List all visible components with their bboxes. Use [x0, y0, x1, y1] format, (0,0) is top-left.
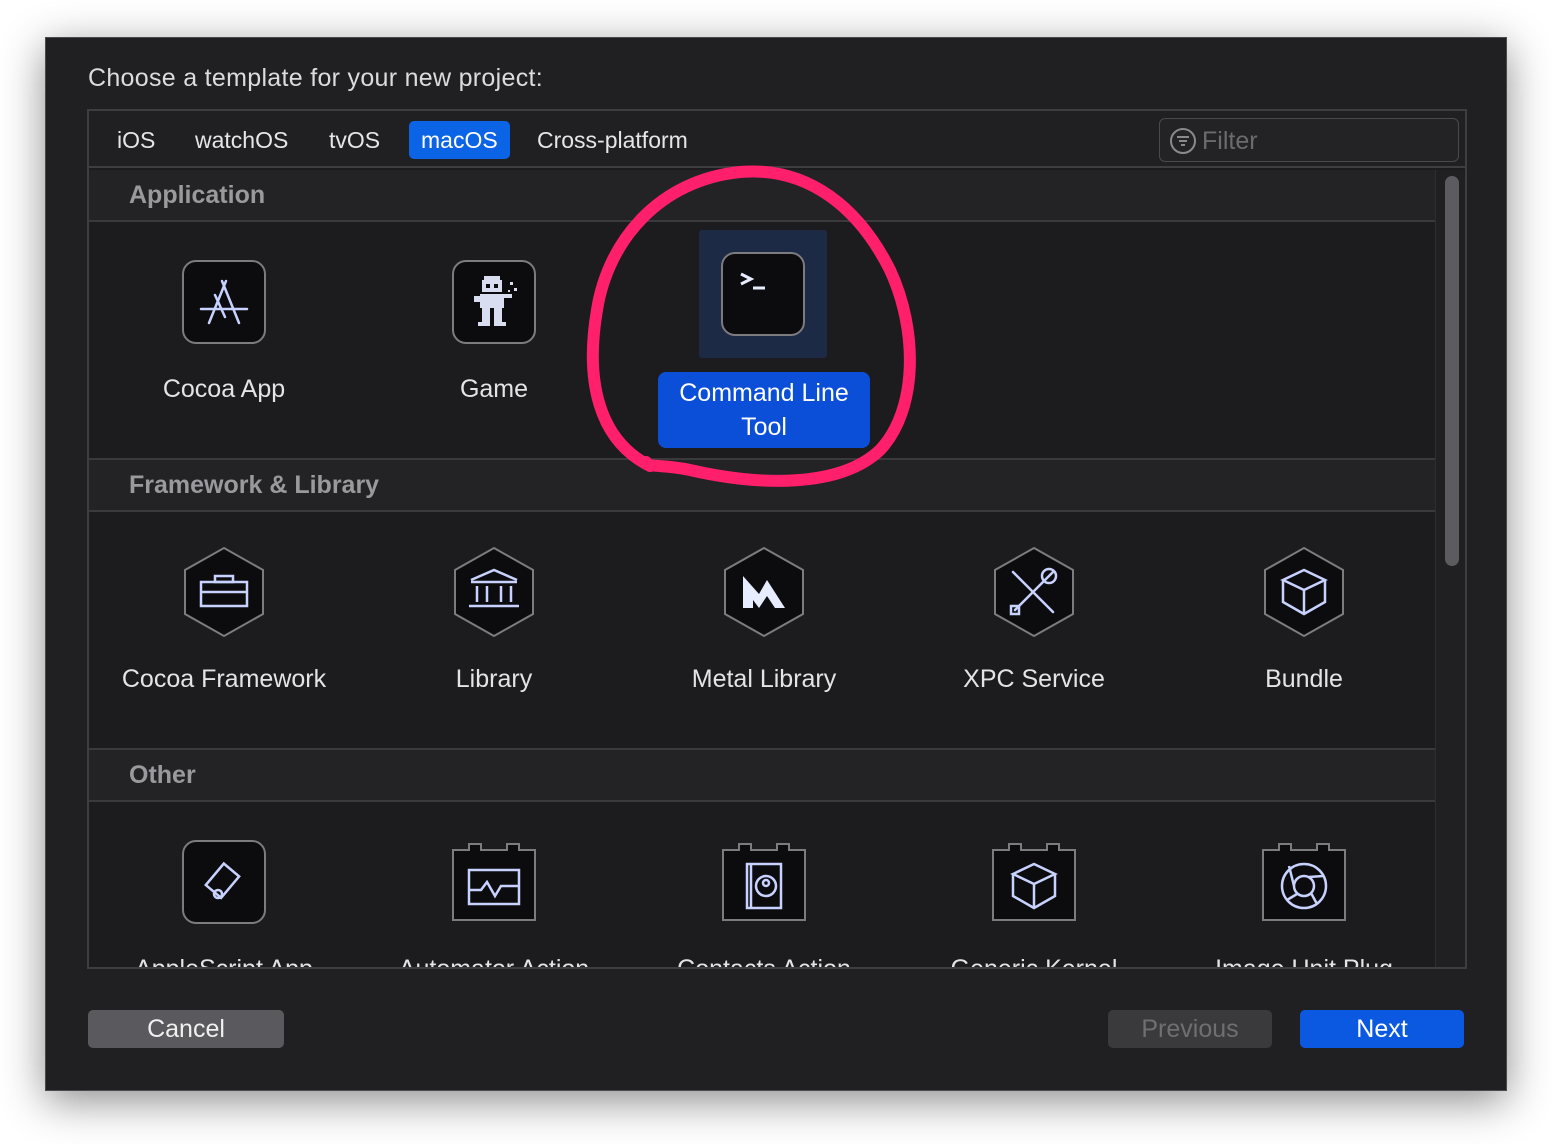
template-cocoa-framework[interactable]: Cocoa Framework [89, 512, 359, 742]
template-library[interactable]: Library [359, 512, 629, 742]
next-button[interactable]: Next [1300, 1010, 1464, 1048]
template-label: XPC Service [963, 665, 1105, 693]
section-header-other: Other [89, 750, 1435, 802]
game-sprite-icon [452, 260, 536, 344]
tab-tvos[interactable]: tvOS [317, 121, 392, 159]
template-panel: iOS watchOS tvOS macOS Cross-platform Ap… [87, 109, 1467, 969]
section-header-framework-library: Framework & Library [89, 460, 1435, 512]
template-label: Cocoa App [162, 375, 286, 403]
section-header-application: Application [89, 170, 1435, 222]
aperture-icon [1262, 843, 1346, 921]
template-label: Bundle [1265, 665, 1343, 693]
template-xpc-service[interactable]: XPC Service [899, 512, 1169, 742]
kernel-icon [992, 843, 1076, 921]
library-building-icon [454, 546, 534, 638]
template-applescript-app[interactable]: AppleScript App [89, 802, 359, 969]
filter-input[interactable] [1202, 125, 1442, 157]
tools-icon [994, 546, 1074, 638]
previous-button[interactable]: Previous [1108, 1010, 1272, 1048]
tab-watchos[interactable]: watchOS [183, 121, 300, 159]
app-store-icon [182, 260, 266, 344]
template-label: Contacts Action [677, 955, 851, 969]
vertical-scrollbar[interactable] [1435, 170, 1465, 967]
scrollbar-thumb[interactable] [1445, 176, 1459, 566]
template-automator-action[interactable]: Automator Action [359, 802, 629, 969]
platform-tab-bar: iOS watchOS tvOS macOS Cross-platform [89, 111, 1465, 168]
template-image-unit-plug[interactable]: Image Unit Plug [1169, 802, 1435, 969]
metal-icon [724, 546, 804, 638]
tab-ios[interactable]: iOS [105, 121, 167, 159]
template-label: Command Line Tool [629, 372, 899, 448]
template-cocoa-app[interactable]: Cocoa App [89, 222, 359, 452]
template-label: Automator Action [398, 955, 590, 969]
template-label: AppleScript App [135, 955, 313, 969]
applescript-icon [182, 840, 266, 924]
template-game[interactable]: Game [359, 222, 629, 452]
template-bundle[interactable]: Bundle [1169, 512, 1435, 742]
template-contacts-action[interactable]: Contacts Action [629, 802, 899, 969]
template-metal-library[interactable]: Metal Library [629, 512, 899, 742]
filter-icon [1170, 128, 1196, 154]
toolbox-icon [184, 546, 264, 638]
filter-field[interactable] [1159, 118, 1459, 162]
contacts-icon [722, 843, 806, 921]
tab-macos[interactable]: macOS [409, 121, 510, 159]
template-label: Generic Kernel [950, 955, 1118, 969]
template-list: Application Cocoa App Game Command Line … [89, 170, 1435, 969]
template-generic-kernel[interactable]: Generic Kernel [899, 802, 1169, 969]
template-label: Metal Library [691, 665, 837, 693]
template-label: Library [455, 665, 533, 693]
automator-icon [452, 843, 536, 921]
template-command-line-tool[interactable]: Command Line Tool [629, 222, 899, 452]
template-label: Game [459, 375, 529, 403]
template-label: Image Unit Plug [1215, 955, 1393, 969]
template-label: Cocoa Framework [121, 665, 327, 693]
cube-icon [1264, 546, 1344, 638]
tab-cross-platform[interactable]: Cross-platform [525, 121, 700, 159]
dialog-heading: Choose a template for your new project: [88, 64, 543, 92]
cancel-button[interactable]: Cancel [88, 1010, 284, 1048]
new-project-dialog: Choose a template for your new project: … [45, 37, 1507, 1091]
terminal-icon [721, 252, 805, 336]
